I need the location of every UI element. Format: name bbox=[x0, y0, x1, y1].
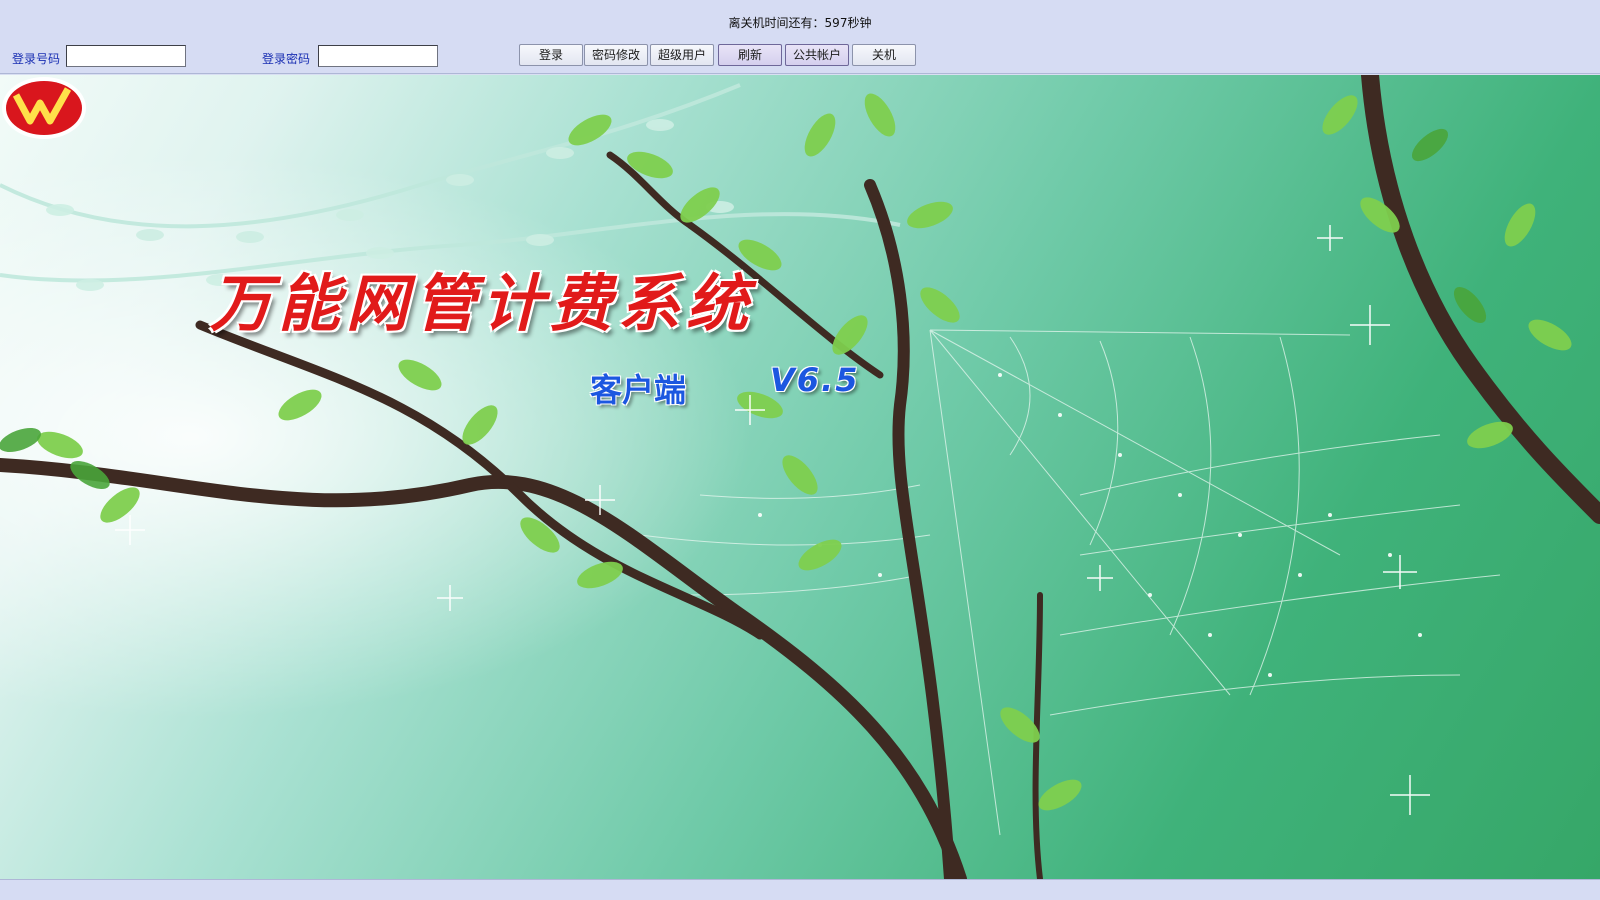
public-account-button[interactable]: 公共帐户 bbox=[785, 44, 849, 66]
shutdown-countdown: 离关机时间还有：597秒钟 bbox=[0, 14, 1600, 31]
banner-illustration bbox=[0, 75, 1600, 879]
top-toolbar: 离关机时间还有：597秒钟 登录号码 登录密码 登录 密码修改 超级用户 刷新 … bbox=[0, 0, 1600, 74]
login-button[interactable]: 登录 bbox=[519, 44, 583, 66]
password-input[interactable] bbox=[318, 45, 438, 67]
refresh-button[interactable]: 刷新 bbox=[718, 44, 782, 66]
status-bar bbox=[0, 879, 1600, 900]
version-label: V6.5 bbox=[770, 361, 860, 399]
w-logo-icon bbox=[2, 77, 86, 139]
splash-banner: 万能网管计费系统 客户端 V6.5 bbox=[0, 75, 1600, 879]
shutdown-button[interactable]: 关机 bbox=[852, 44, 916, 66]
client-label: 客户端 bbox=[590, 371, 687, 409]
super-user-button[interactable]: 超级用户 bbox=[650, 44, 714, 66]
password-label: 登录密码 bbox=[262, 52, 311, 66]
account-label: 登录号码 bbox=[12, 52, 61, 66]
change-password-button[interactable]: 密码修改 bbox=[584, 44, 648, 66]
account-input[interactable] bbox=[66, 45, 186, 67]
countdown-text: 离关机时间还有：597秒钟 bbox=[728, 16, 872, 30]
product-title: 万能网管计费系统 bbox=[210, 267, 755, 340]
